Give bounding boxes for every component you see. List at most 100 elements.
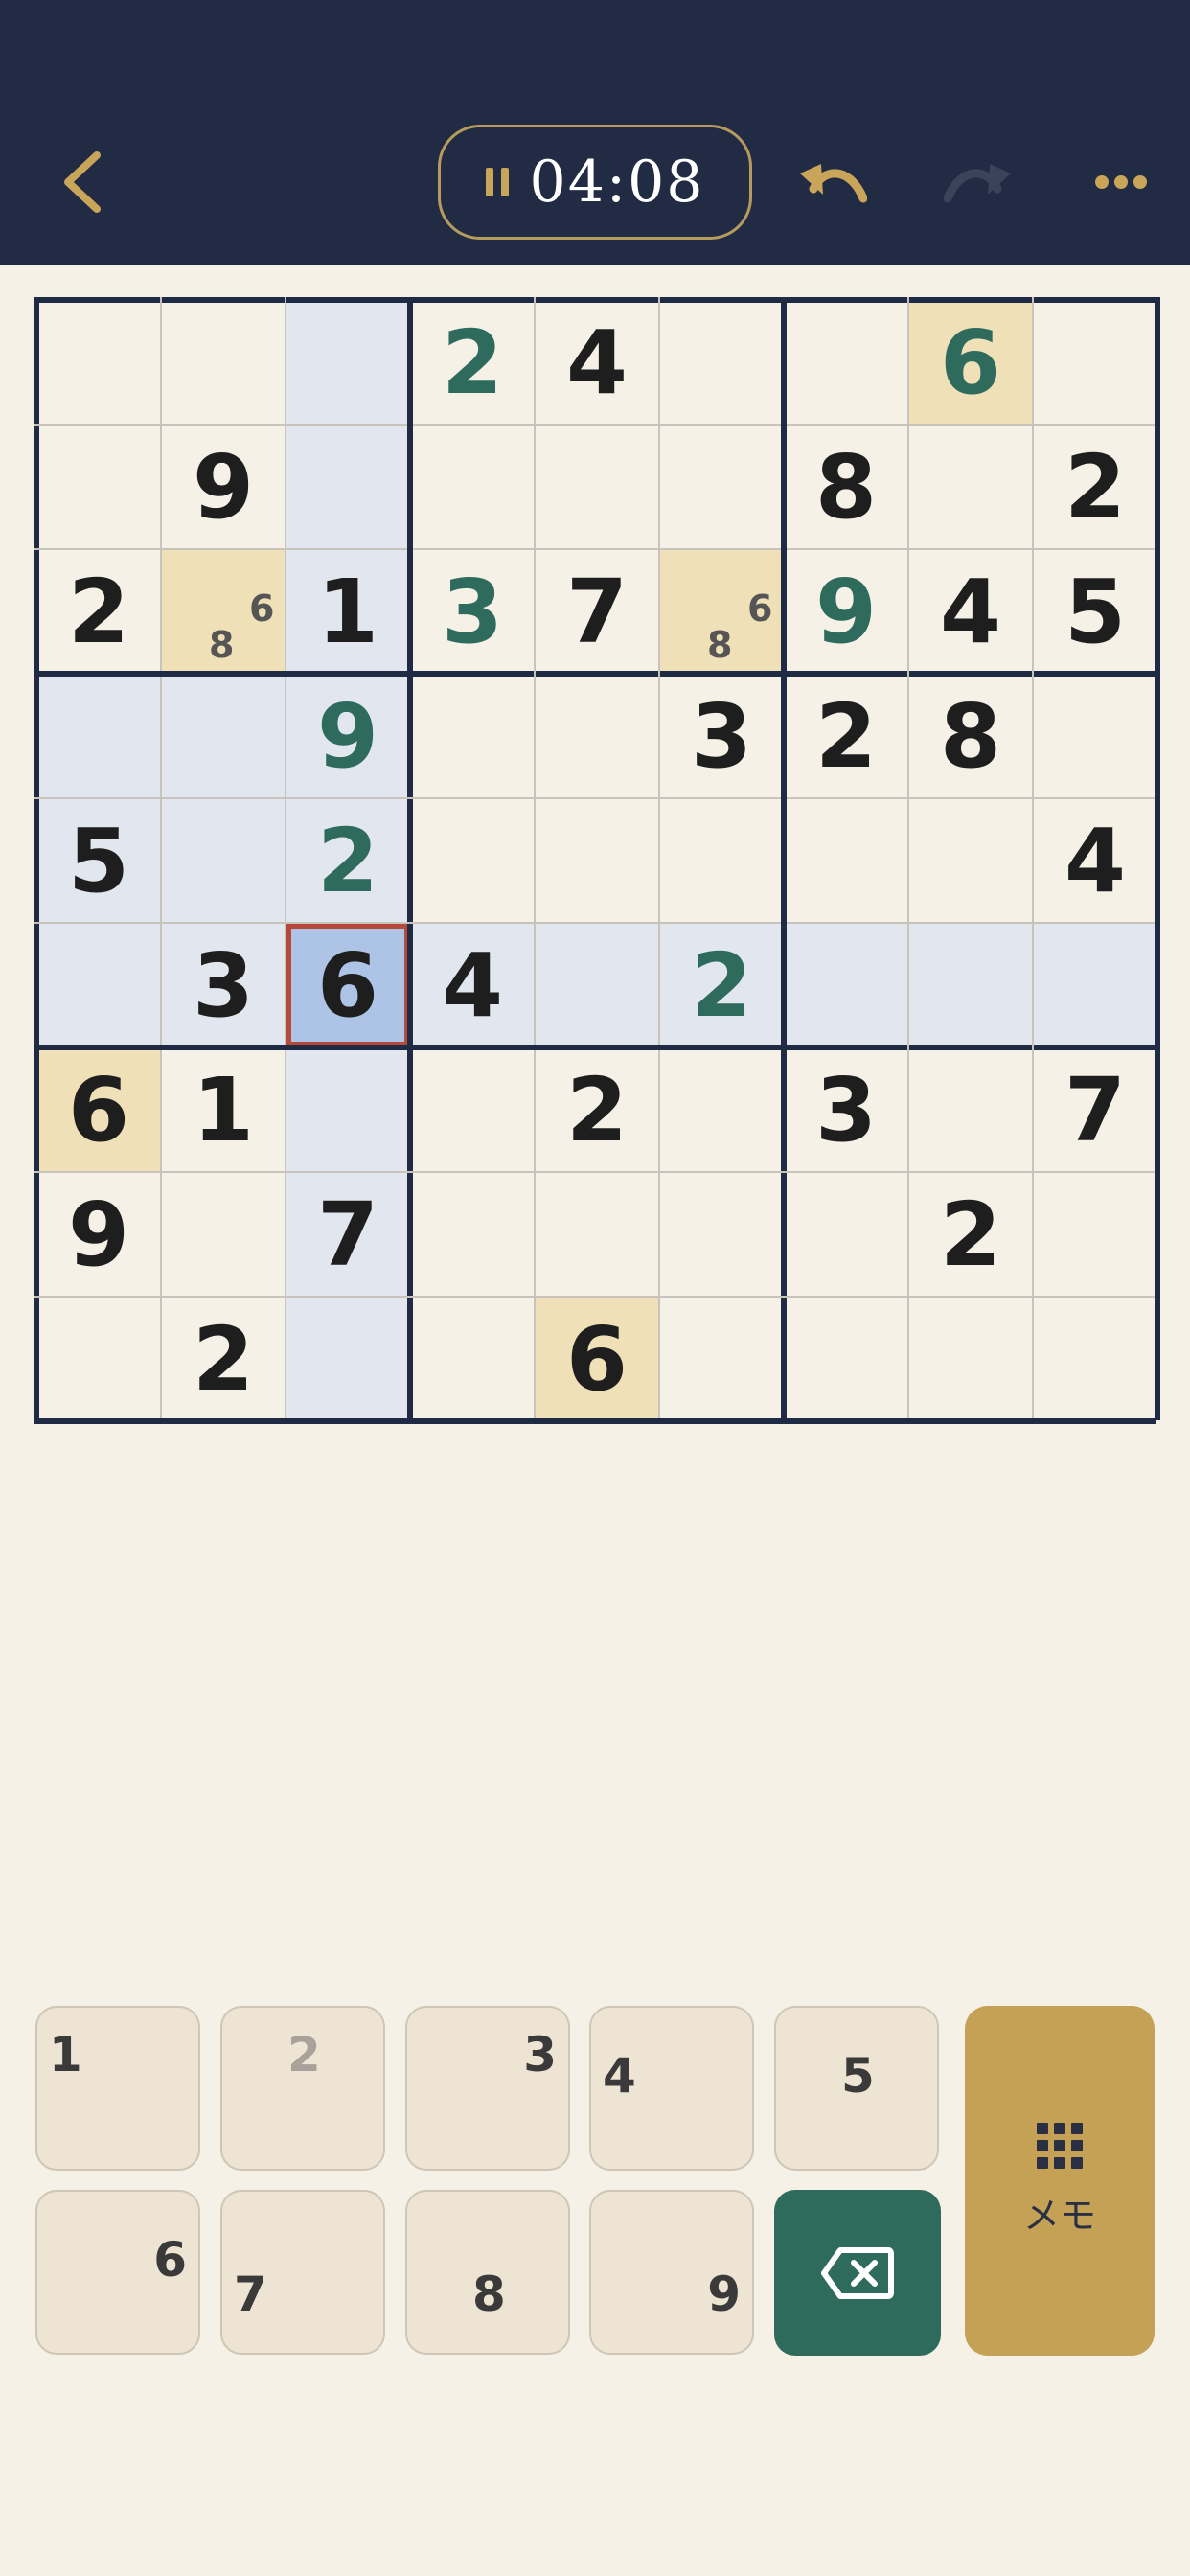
- cell-r8c8[interactable]: 2: [908, 1172, 1033, 1297]
- cell-r4c4[interactable]: [410, 674, 535, 798]
- cell-r1c3[interactable]: [286, 300, 410, 425]
- cell-r6c7[interactable]: [784, 923, 908, 1047]
- cell-r1c2[interactable]: [161, 300, 286, 425]
- cell-r9c3[interactable]: [286, 1297, 410, 1421]
- cell-r7c8[interactable]: [908, 1047, 1033, 1172]
- cell-r5c2[interactable]: [161, 798, 286, 923]
- cell-r7c2[interactable]: 1: [161, 1047, 286, 1172]
- number-key-4[interactable]: 4: [589, 2006, 754, 2171]
- cell-r3c4[interactable]: 3: [410, 549, 535, 674]
- undo-button[interactable]: [795, 144, 872, 220]
- number-key-label: 6: [153, 2232, 187, 2288]
- cell-r1c8[interactable]: 6: [908, 300, 1033, 425]
- cell-r2c5[interactable]: [535, 425, 659, 549]
- cell-r6c6[interactable]: 2: [659, 923, 784, 1047]
- cell-r2c8[interactable]: [908, 425, 1033, 549]
- cell-r4c1[interactable]: [36, 674, 161, 798]
- cell-r7c6[interactable]: [659, 1047, 784, 1172]
- cell-r8c7[interactable]: [784, 1172, 908, 1297]
- cell-r9c4[interactable]: [410, 1297, 535, 1421]
- cell-r1c5[interactable]: 4: [535, 300, 659, 425]
- cell-r8c4[interactable]: [410, 1172, 535, 1297]
- cell-r2c7[interactable]: 8: [784, 425, 908, 549]
- cell-r5c9[interactable]: 4: [1033, 798, 1157, 923]
- number-key-9[interactable]: 9: [589, 2190, 754, 2355]
- cell-r6c4[interactable]: 4: [410, 923, 535, 1047]
- cell-r4c3[interactable]: 9: [286, 674, 410, 798]
- cell-r2c6[interactable]: [659, 425, 784, 549]
- cell-r2c9[interactable]: 2: [1033, 425, 1157, 549]
- cell-r6c1[interactable]: [36, 923, 161, 1047]
- cell-r9c6[interactable]: [659, 1297, 784, 1421]
- cell-r7c9[interactable]: 7: [1033, 1047, 1157, 1172]
- cell-r3c3[interactable]: 1: [286, 549, 410, 674]
- number-key-8[interactable]: 8: [405, 2190, 570, 2355]
- number-key-3[interactable]: 3: [405, 2006, 570, 2171]
- cell-r6c5[interactable]: [535, 923, 659, 1047]
- cell-r2c3[interactable]: [286, 425, 410, 549]
- cell-r9c1[interactable]: [36, 1297, 161, 1421]
- cell-r7c3[interactable]: [286, 1047, 410, 1172]
- cell-r8c6[interactable]: [659, 1172, 784, 1297]
- cell-r9c9[interactable]: [1033, 1297, 1157, 1421]
- cell-r3c8[interactable]: 4: [908, 549, 1033, 674]
- cell-r5c5[interactable]: [535, 798, 659, 923]
- number-key-label: 2: [287, 2027, 321, 2082]
- cell-r5c6[interactable]: [659, 798, 784, 923]
- cell-r5c1[interactable]: 5: [36, 798, 161, 923]
- cell-r6c8[interactable]: [908, 923, 1033, 1047]
- cell-r7c4[interactable]: [410, 1047, 535, 1172]
- cell-r8c1[interactable]: 9: [36, 1172, 161, 1297]
- cell-r3c6[interactable]: 68: [659, 549, 784, 674]
- number-key-2[interactable]: 2: [220, 2006, 385, 2171]
- cell-r5c7[interactable]: [784, 798, 908, 923]
- cell-r5c8[interactable]: [908, 798, 1033, 923]
- cell-r7c1[interactable]: 6: [36, 1047, 161, 1172]
- cell-r4c2[interactable]: [161, 674, 286, 798]
- erase-button[interactable]: [774, 2190, 941, 2356]
- grid-line: [34, 1296, 1156, 1298]
- cell-r8c9[interactable]: [1033, 1172, 1157, 1297]
- number-key-6[interactable]: 6: [35, 2190, 200, 2355]
- cell-r2c1[interactable]: [36, 425, 161, 549]
- cell-r7c7[interactable]: 3: [784, 1047, 908, 1172]
- timer-pause-button[interactable]: 04:08: [438, 125, 752, 240]
- back-button[interactable]: [48, 144, 115, 220]
- number-key-5[interactable]: 5: [774, 2006, 939, 2171]
- cell-r3c5[interactable]: 7: [535, 549, 659, 674]
- cell-r3c9[interactable]: 5: [1033, 549, 1157, 674]
- cell-r4c9[interactable]: [1033, 674, 1157, 798]
- number-key-1[interactable]: 1: [35, 2006, 200, 2171]
- cell-r6c2[interactable]: 3: [161, 923, 286, 1047]
- cell-r8c5[interactable]: [535, 1172, 659, 1297]
- more-button[interactable]: [1083, 144, 1159, 220]
- cell-r4c7[interactable]: 2: [784, 674, 908, 798]
- cell-r1c4[interactable]: 2: [410, 300, 535, 425]
- cell-r1c6[interactable]: [659, 300, 784, 425]
- cell-r3c1[interactable]: 2: [36, 549, 161, 674]
- cell-r6c9[interactable]: [1033, 923, 1157, 1047]
- cell-r1c7[interactable]: [784, 300, 908, 425]
- cell-r9c5[interactable]: 6: [535, 1297, 659, 1421]
- cell-r3c7[interactable]: 9: [784, 549, 908, 674]
- number-key-7[interactable]: 7: [220, 2190, 385, 2355]
- cell-r9c7[interactable]: [784, 1297, 908, 1421]
- cell-r8c2[interactable]: [161, 1172, 286, 1297]
- cell-r1c1[interactable]: [36, 300, 161, 425]
- cell-r2c2[interactable]: 9: [161, 425, 286, 549]
- redo-button[interactable]: [939, 144, 1016, 220]
- cell-r4c5[interactable]: [535, 674, 659, 798]
- cell-r5c3[interactable]: 2: [286, 798, 410, 923]
- cell-r9c2[interactable]: 2: [161, 1297, 286, 1421]
- cell-r1c9[interactable]: [1033, 300, 1157, 425]
- cell-r5c4[interactable]: [410, 798, 535, 923]
- cell-r7c5[interactable]: 2: [535, 1047, 659, 1172]
- cell-r4c6[interactable]: 3: [659, 674, 784, 798]
- cell-r4c8[interactable]: 8: [908, 674, 1033, 798]
- cell-r3c2[interactable]: 68: [161, 549, 286, 674]
- cell-r2c4[interactable]: [410, 425, 535, 549]
- cell-r6c3[interactable]: 6: [286, 923, 410, 1047]
- memo-button[interactable]: メモ: [965, 2006, 1155, 2356]
- cell-r8c3[interactable]: 7: [286, 1172, 410, 1297]
- cell-r9c8[interactable]: [908, 1297, 1033, 1421]
